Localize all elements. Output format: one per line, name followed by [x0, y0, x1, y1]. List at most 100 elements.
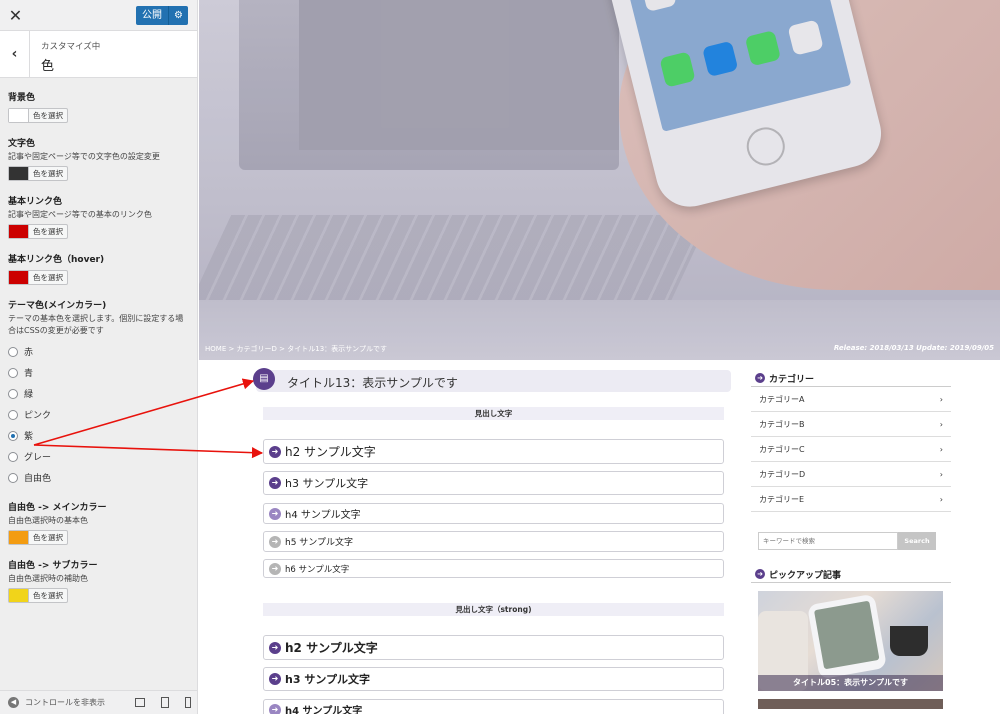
release-date: Release: 2018/03/13 Update: 2019/09/05 — [833, 344, 994, 352]
customizer-footer: ◀ コントロールを非表示 — [0, 690, 197, 714]
radio-option-red[interactable]: 赤 — [8, 341, 189, 362]
control-text-color: 文字色 記事や固定ページ等での文字色の設定変更 色を選択 — [8, 138, 189, 184]
color-swatch[interactable] — [9, 531, 29, 544]
category-item[interactable]: カテゴリーA › — [751, 387, 951, 412]
arrow-right-icon: ➜ — [755, 569, 765, 579]
publish-button[interactable]: 公開 ⚙ — [136, 6, 188, 25]
heading-text: h4 サンプル文字 — [285, 510, 361, 521]
category-label[interactable]: カテゴリーD — [759, 469, 805, 480]
picker-label[interactable]: 色を選択 — [29, 225, 67, 238]
radio-label: 青 — [24, 369, 34, 379]
control-description: 記事や固定ページ等での文字色の設定変更 — [8, 152, 160, 161]
radio-option-pink[interactable]: ピンク — [8, 404, 189, 425]
category-item[interactable]: カテゴリーC › — [751, 437, 951, 462]
control-free-main-color: 自由色 -> メインカラー 自由色選択時の基本色 色を選択 — [8, 502, 189, 548]
widget-title-text: ピックアップ記事 — [769, 570, 842, 581]
category-item[interactable]: カテゴリーD › — [751, 462, 951, 487]
chevron-left-icon[interactable]: ‹ — [0, 31, 30, 78]
search-input[interactable] — [758, 532, 898, 550]
control-label: 文字色 — [8, 139, 36, 149]
breadcrumb[interactable]: HOME > カテゴリーD > タイトル13：表示サンプルです — [205, 344, 387, 354]
color-swatch[interactable] — [9, 589, 29, 602]
control-description: テーマの基本色を選択します。個別に設定する場合はCSSの変更が必要です — [8, 314, 184, 335]
control-bg-color: 背景色 色を選択 — [8, 92, 189, 126]
section-heading-strong: 見出し文字（strong) — [263, 603, 724, 616]
color-swatch[interactable] — [9, 167, 29, 180]
radio-option-custom[interactable]: 自由色 — [8, 467, 189, 488]
free-sub-color-picker[interactable]: 色を選択 — [8, 588, 68, 603]
control-description: 記事や固定ページ等での基本のリンク色 — [8, 210, 152, 219]
color-swatch[interactable] — [9, 109, 29, 122]
category-item[interactable]: カテゴリーB › — [751, 412, 951, 437]
color-swatch[interactable] — [9, 225, 29, 238]
radio-button[interactable] — [8, 388, 18, 399]
radio-button[interactable] — [8, 367, 18, 378]
publish-label[interactable]: 公開 — [136, 6, 169, 25]
header-title: 色 — [41, 59, 55, 74]
radio-button[interactable] — [8, 451, 18, 462]
radio-label: ピンク — [24, 411, 52, 421]
arrow-right-icon: ➜ — [269, 641, 281, 654]
widget-title-text: カテゴリー — [769, 374, 815, 385]
radio-option-blue[interactable]: 青 — [8, 362, 189, 383]
radio-option-grey[interactable]: グレー — [8, 446, 189, 467]
radio-option-purple[interactable]: 紫 — [8, 425, 189, 446]
free-main-color-picker[interactable]: 色を選択 — [8, 530, 68, 545]
arrow-right-icon: ➜ — [269, 673, 281, 685]
picker-label[interactable]: 色を選択 — [29, 531, 67, 544]
link-hover-color-picker[interactable]: 色を選択 — [8, 270, 68, 285]
tablet-preview-icon[interactable] — [161, 697, 169, 708]
mobile-preview-icon[interactable] — [185, 697, 191, 708]
control-link-color: 基本リンク色 記事や固定ページ等での基本のリンク色 色を選択 — [8, 196, 189, 242]
category-label[interactable]: カテゴリーB — [759, 419, 805, 430]
category-item[interactable]: カテゴリーE › — [751, 487, 951, 512]
heading-text: h6 サンプル文字 — [285, 564, 350, 575]
heading-h2-strong: ➜ h2 サンプル文字 — [263, 635, 724, 660]
radio-button[interactable] — [8, 409, 18, 420]
control-description: 自由色選択時の補助色 — [8, 574, 88, 583]
radio-button-checked[interactable] — [8, 430, 18, 441]
category-label[interactable]: カテゴリーE — [759, 494, 804, 505]
pickup-card[interactable] — [758, 699, 943, 709]
picker-label[interactable]: 色を選択 — [29, 167, 67, 180]
picker-label[interactable]: 色を選択 — [29, 589, 67, 602]
chevron-right-icon: › — [939, 394, 943, 404]
text-color-picker[interactable]: 色を選択 — [8, 166, 68, 181]
radio-label: 紫 — [24, 432, 34, 442]
pickup-card[interactable]: タイトル05：表示サンプルです — [758, 591, 943, 691]
picker-label[interactable]: 色を選択 — [29, 271, 67, 284]
preview-sidebar: ➜ カテゴリー カテゴリーA › カテゴリーB › カテゴリーC › カテゴリーD › … — [751, 370, 951, 709]
control-label: 基本リンク色 — [8, 197, 63, 207]
heading-text: h2 サンプル文字 — [285, 445, 376, 459]
control-label: 自由色 -> サブカラー — [8, 561, 98, 571]
search-button[interactable]: Search — [898, 532, 936, 550]
arrow-right-icon: ➜ — [755, 373, 765, 383]
category-label[interactable]: カテゴリーC — [759, 444, 805, 455]
heading-text: h4 サンプル文字 — [285, 706, 363, 714]
bg-color-picker[interactable]: 色を選択 — [8, 108, 68, 123]
radio-option-green[interactable]: 緑 — [8, 383, 189, 404]
heading-text: h5 サンプル文字 — [285, 538, 354, 548]
pickup-card-title[interactable]: タイトル05：表示サンプルです — [758, 675, 943, 691]
collapse-icon[interactable]: ◀ — [8, 697, 19, 708]
heading-h4-strong: ➜ h4 サンプル文字 — [263, 699, 724, 714]
link-color-picker[interactable]: 色を選択 — [8, 224, 68, 239]
heading-h5: ➜ h5 サンプル文字 — [263, 531, 724, 552]
document-icon: ▤ — [253, 368, 275, 390]
radio-button[interactable] — [8, 346, 18, 357]
search-form: Search — [758, 532, 951, 550]
color-swatch[interactable] — [9, 271, 29, 284]
section-heading: 見出し文字 — [263, 407, 724, 420]
desktop-preview-icon[interactable] — [135, 698, 145, 707]
collapse-controls-button[interactable]: コントロールを非表示 — [25, 697, 119, 708]
gear-icon[interactable]: ⚙ — [169, 6, 188, 25]
radio-label: 赤 — [24, 348, 34, 358]
category-label[interactable]: カテゴリーA — [759, 394, 804, 405]
control-label: 自由色 -> メインカラー — [8, 503, 107, 513]
radio-button[interactable] — [8, 472, 18, 483]
control-label: 基本リンク色（hover) — [8, 255, 105, 265]
picker-label[interactable]: 色を選択 — [29, 109, 67, 122]
close-icon[interactable]: ✕ — [0, 0, 31, 31]
customizer-panel: ✕ 公開 ⚙ ‹ カスタマイズ中 色 背景色 色を選択 文字色 記事や固定ページ… — [0, 0, 198, 714]
heading-h4: ➜ h4 サンプル文字 — [263, 503, 724, 524]
